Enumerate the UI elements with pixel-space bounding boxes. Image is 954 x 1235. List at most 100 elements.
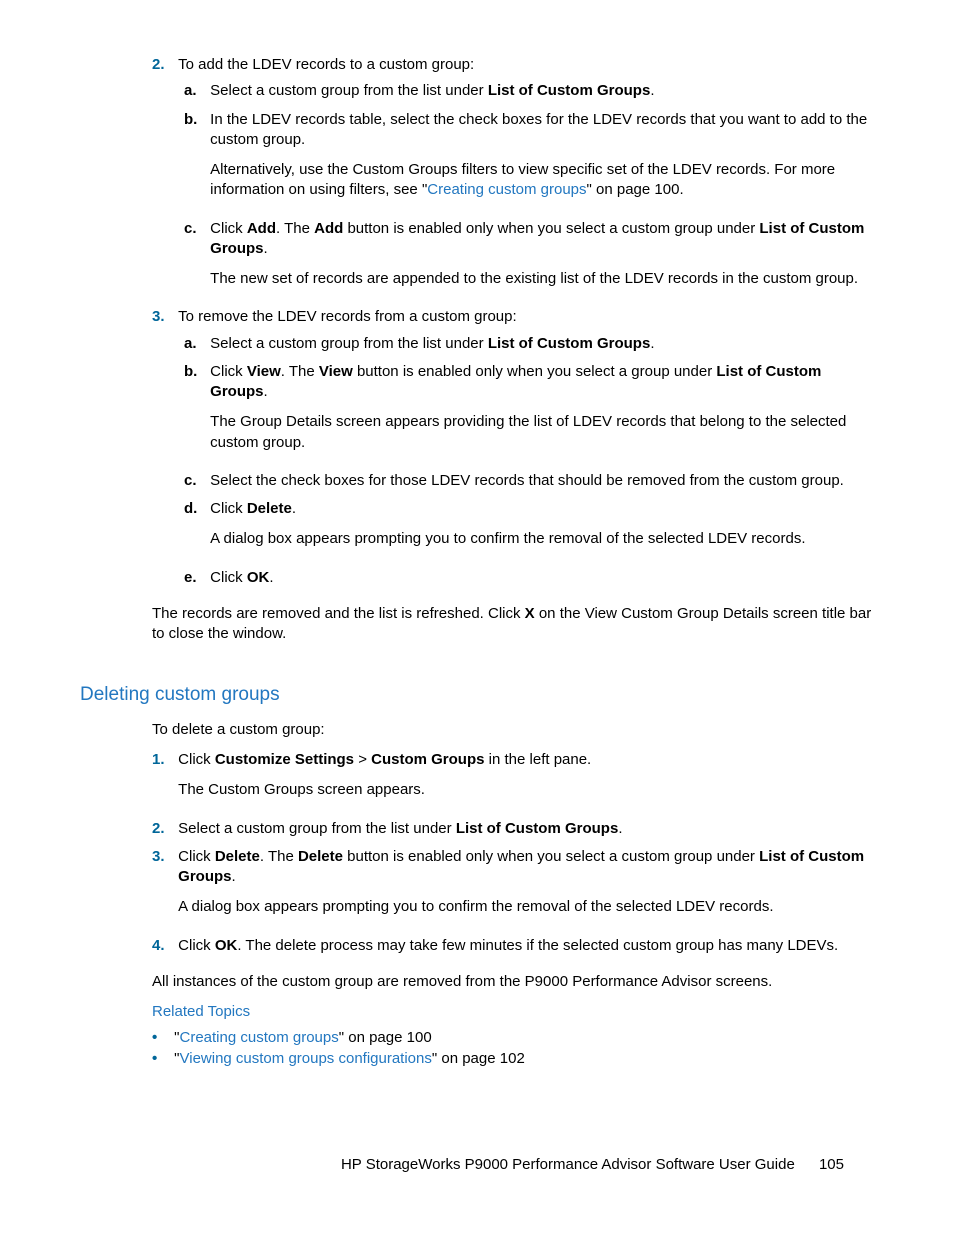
step-2: 2. Select a custom group from the list u…: [152, 819, 874, 839]
text: in the left pane.: [484, 751, 591, 768]
document-page: 2. To add the LDEV records to a custom g…: [0, 0, 954, 1235]
step-number: 4.: [152, 936, 174, 956]
text: Click: [210, 500, 247, 517]
text: .: [292, 500, 296, 517]
text: . The: [281, 363, 319, 380]
paragraph: Alternatively, use the Custom Groups fil…: [210, 160, 870, 201]
text: .: [264, 383, 268, 400]
text: In the LDEV records table, select the ch…: [210, 111, 867, 148]
text: .: [269, 569, 273, 586]
text: . The: [260, 848, 298, 865]
step-body: Click OK. The delete process may take fe…: [178, 936, 870, 956]
bold-text: View: [319, 363, 353, 380]
text: Click: [178, 937, 215, 954]
step-4: 4. Click OK. The delete process may take…: [152, 936, 874, 956]
bold-text: OK: [247, 569, 270, 586]
text: Click: [210, 569, 247, 586]
bold-text: List of Custom Groups: [456, 820, 619, 837]
heading-deleting-custom-groups: Deleting custom groups: [80, 682, 874, 708]
substep-b: b. In the LDEV records table, select the…: [184, 110, 874, 211]
substep-body: Click Delete. A dialog box appears promp…: [210, 499, 870, 560]
link-creating-custom-groups[interactable]: Creating custom groups: [427, 181, 586, 198]
step-number: 2.: [152, 55, 174, 75]
paragraph: The Group Details screen appears providi…: [210, 412, 870, 453]
substep-marker: c.: [184, 219, 206, 239]
bold-text: X: [525, 605, 535, 622]
paragraph: The new set of records are appended to t…: [210, 269, 870, 289]
bold-text: Custom Groups: [371, 751, 484, 768]
text: The records are removed and the list is …: [152, 605, 525, 622]
substep-body: Select a custom group from the list unde…: [210, 81, 870, 101]
substep-marker: b.: [184, 362, 206, 382]
substep-marker: e.: [184, 568, 206, 588]
text: Click: [210, 220, 247, 237]
substep-c: c. Select the check boxes for those LDEV…: [184, 471, 874, 491]
text: Click: [178, 751, 215, 768]
text: >: [354, 751, 371, 768]
bold-text: Delete: [247, 500, 292, 517]
footer-title: HP StorageWorks P9000 Performance Adviso…: [341, 1156, 795, 1173]
text: Click: [210, 363, 247, 380]
step-3: 3. To remove the LDEV records from a cus…: [152, 307, 874, 588]
step-body: Select a custom group from the list unde…: [178, 819, 870, 839]
ordered-list-main: 2. To add the LDEV records to a custom g…: [152, 55, 874, 588]
text: Select a custom group from the list unde…: [178, 820, 456, 837]
substep-body: Click Add. The Add button is enabled onl…: [210, 219, 870, 300]
step-3: 3. Click Delete. The Delete button is en…: [152, 847, 874, 928]
link-viewing-custom-groups[interactable]: Viewing custom groups configurations: [180, 1050, 432, 1067]
step-text: To remove the LDEV records from a custom…: [178, 307, 870, 327]
step-number: 1.: [152, 750, 174, 770]
step-number: 2.: [152, 819, 174, 839]
paragraph: A dialog box appears prompting you to co…: [210, 529, 870, 549]
text: . The: [276, 220, 314, 237]
step-number: 3.: [152, 307, 174, 327]
text: button is enabled only when you select a…: [343, 848, 759, 865]
text: .: [618, 820, 622, 837]
text: " on page 102: [432, 1050, 525, 1067]
step-2: 2. To add the LDEV records to a custom g…: [152, 55, 874, 299]
text: button is enabled only when you select a…: [343, 220, 759, 237]
substeps: a. Select a custom group from the list u…: [184, 334, 874, 588]
text: .: [264, 240, 268, 257]
substep-marker: b.: [184, 110, 206, 130]
related-topic-item: "Viewing custom groups configurations" o…: [152, 1049, 874, 1069]
bold-text: OK: [215, 937, 238, 954]
ordered-list-delete: 1. Click Customize Settings > Custom Gro…: [152, 750, 874, 956]
text: " on page 100.: [587, 181, 684, 198]
substep-e: e. Click OK.: [184, 568, 874, 588]
paragraph: The Custom Groups screen appears.: [178, 780, 870, 800]
text: " on page 100: [339, 1029, 432, 1046]
substep-body: Click View. The View button is enabled o…: [210, 362, 870, 463]
related-topics-list: "Creating custom groups" on page 100 "Vi…: [152, 1028, 874, 1069]
bold-text: Customize Settings: [215, 751, 354, 768]
substep-marker: c.: [184, 471, 206, 491]
link-creating-custom-groups[interactable]: Creating custom groups: [180, 1029, 339, 1046]
substep-c: c. Click Add. The Add button is enabled …: [184, 219, 874, 300]
substep-marker: a.: [184, 81, 206, 101]
step-body: Click Delete. The Delete button is enabl…: [178, 847, 870, 928]
substep-body: Select a custom group from the list unde…: [210, 334, 870, 354]
closing-paragraph: The records are removed and the list is …: [152, 604, 874, 645]
text: .: [650, 335, 654, 352]
text: Click: [178, 848, 215, 865]
step-number: 3.: [152, 847, 174, 867]
text: Select a custom group from the list unde…: [210, 335, 488, 352]
text: button is enabled only when you select a…: [353, 363, 717, 380]
bold-text: Add: [314, 220, 343, 237]
substep-body: Select the check boxes for those LDEV re…: [210, 471, 870, 491]
substep-marker: a.: [184, 334, 206, 354]
text: Select a custom group from the list unde…: [210, 82, 488, 99]
step-text: To add the LDEV records to a custom grou…: [178, 55, 870, 75]
bold-text: Delete: [298, 848, 343, 865]
substep-a: a. Select a custom group from the list u…: [184, 334, 874, 354]
intro-paragraph: To delete a custom group:: [152, 720, 874, 740]
related-topics-heading: Related Topics: [152, 1002, 874, 1022]
bold-text: List of Custom Groups: [488, 335, 651, 352]
bold-text: Add: [247, 220, 276, 237]
bold-text: View: [247, 363, 281, 380]
substep-d: d. Click Delete. A dialog box appears pr…: [184, 499, 874, 560]
text: .: [232, 868, 236, 885]
substep-body: In the LDEV records table, select the ch…: [210, 110, 870, 211]
substep-b: b. Click View. The View button is enable…: [184, 362, 874, 463]
step-body: Click Customize Settings > Custom Groups…: [178, 750, 870, 811]
